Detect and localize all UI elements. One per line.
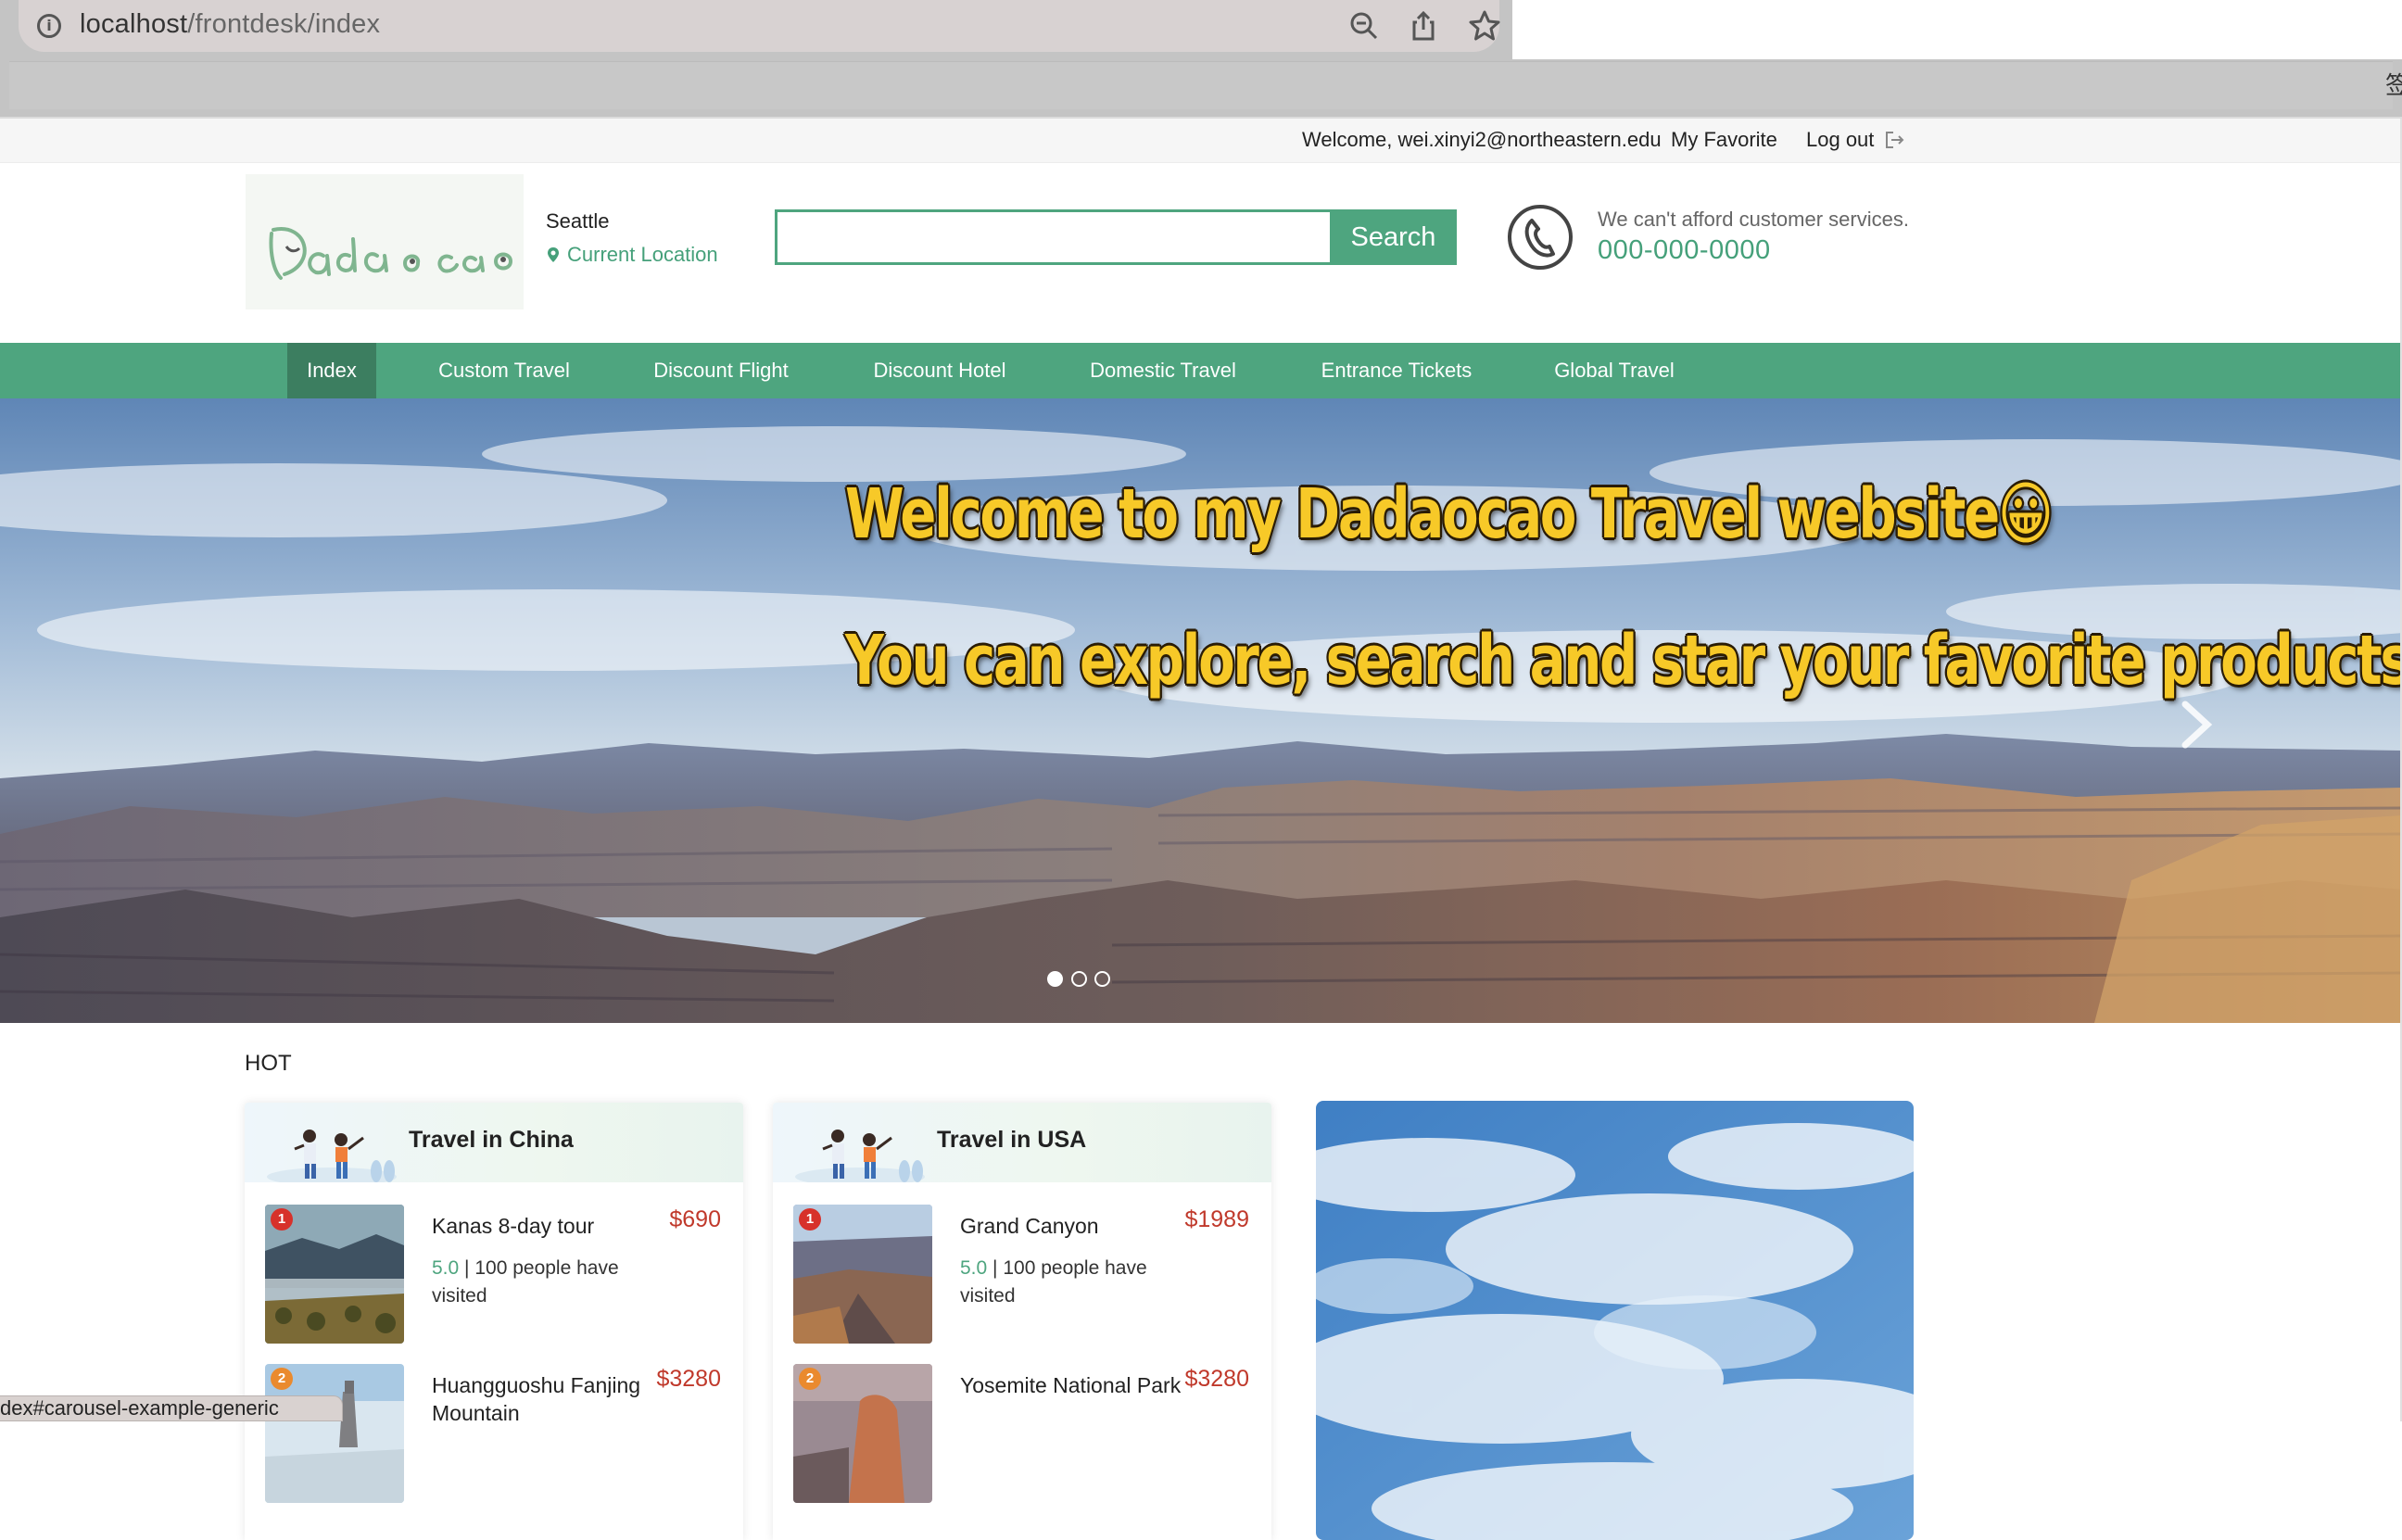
item-name[interactable]: Grand Canyon	[960, 1212, 1182, 1240]
feature-sky-image[interactable]	[1316, 1101, 1914, 1540]
item-price: $1989	[1184, 1206, 1249, 1232]
page: Welcome, wei.xinyi2@northeastern.edu My …	[0, 119, 2402, 1540]
travelers-illustration-icon	[795, 1130, 925, 1182]
main-nav: Index Custom Travel Discount Flight Disc…	[0, 343, 2402, 398]
item-score: 5.0	[960, 1257, 988, 1279]
site-logo[interactable]	[246, 174, 524, 309]
sky-clouds-photo	[1316, 1101, 1914, 1540]
item-stats: 5.0 | 100 people have visited	[432, 1255, 664, 1310]
nav-entrance-tickets[interactable]: Entrance Tickets	[1308, 343, 1485, 398]
bookmarks-bar	[9, 61, 2393, 109]
logo-lettering	[269, 227, 512, 280]
item-thumbnail[interactable]: 1	[265, 1205, 404, 1344]
city-name: Seattle	[546, 209, 610, 233]
hot-item[interactable]: 1 Kanas 8-day tour $690 5.0 | 100 people…	[245, 1205, 743, 1353]
tab-strip	[1512, 0, 2402, 59]
logout-link[interactable]: Log out	[1806, 128, 1874, 152]
hot-item[interactable]: 2 Yosemite National Park $3280	[773, 1364, 1271, 1512]
travelers-illustration-icon	[267, 1130, 397, 1182]
service-note: We can't afford customer services.	[1598, 208, 1909, 231]
service-phone: 000-000-0000	[1598, 235, 1771, 265]
browser-chrome: i localhost/frontdesk/index 签	[0, 0, 2402, 119]
phone-icon	[1508, 205, 1573, 270]
item-score: 5.0	[432, 1257, 460, 1279]
location-pin-icon	[548, 247, 559, 262]
item-name[interactable]: Yosemite National Park	[960, 1371, 1182, 1399]
item-thumbnail[interactable]: 2	[265, 1364, 404, 1503]
item-name[interactable]: Kanas 8-day tour	[432, 1212, 654, 1240]
url-text[interactable]: localhost/frontdesk/index	[80, 9, 380, 40]
status-bar-url: dex#carousel-example-generic	[0, 1395, 343, 1421]
search-input[interactable]	[775, 209, 1330, 265]
my-favorite-link[interactable]: My Favorite	[1671, 128, 1777, 152]
item-visits: | 100 people have visited	[432, 1257, 619, 1306]
hero-welcome-text: Welcome to my Dadaocao Travel website😀	[845, 474, 2054, 554]
card-header: Travel in China	[245, 1103, 743, 1182]
search-button[interactable]: Search	[1330, 209, 1457, 265]
site-header: Seattle Current Location Search We can't…	[0, 163, 2402, 343]
nav-discount-hotel[interactable]: Discount Hotel	[860, 343, 1019, 398]
hero-tagline-text: You can explore, search and star your fa…	[845, 621, 2402, 701]
item-stats: 5.0 | 100 people have visited	[960, 1255, 1192, 1310]
item-thumbnail[interactable]: 2	[793, 1364, 932, 1503]
nav-discount-flight[interactable]: Discount Flight	[639, 343, 803, 398]
hot-card-china: Travel in China 1 Kanas 8-day tour $690 …	[245, 1103, 743, 1540]
carousel-next-icon[interactable]	[2178, 699, 2215, 751]
hot-section-title: HOT	[245, 1051, 292, 1076]
bookmark-star-icon[interactable]	[1466, 7, 1503, 44]
item-visits: | 100 people have visited	[960, 1257, 1147, 1306]
carousel-indicator-2[interactable]	[1071, 971, 1087, 987]
hot-card-usa: Travel in USA 1 Grand Canyon $1989 5.0 |…	[773, 1103, 1271, 1540]
site-info-icon[interactable]: i	[37, 14, 61, 38]
edge-glyph: 签	[2385, 71, 2402, 99]
hot-item[interactable]: 2 Huangguoshu Fanjing Mountain $3280	[245, 1364, 743, 1512]
carousel-indicator-1[interactable]	[1047, 971, 1063, 987]
item-price: $3280	[656, 1366, 721, 1392]
hot-item[interactable]: 1 Grand Canyon $1989 5.0 | 100 people ha…	[773, 1205, 1271, 1353]
carousel-indicator-3[interactable]	[1094, 971, 1110, 987]
nav-index[interactable]: Index	[287, 343, 376, 398]
item-thumbnail[interactable]: 1	[793, 1205, 932, 1344]
card-title: Travel in China	[409, 1127, 574, 1153]
url-host: localhost	[80, 9, 188, 39]
nav-global-travel[interactable]: Global Travel	[1540, 343, 1688, 398]
share-icon[interactable]	[1405, 7, 1442, 44]
hero-carousel[interactable]: Welcome to my Dadaocao Travel website😀 Y…	[0, 398, 2402, 1023]
rank-badge: 2	[271, 1368, 293, 1390]
card-header: Travel in USA	[773, 1103, 1271, 1182]
rank-badge: 1	[271, 1208, 293, 1231]
top-user-bar: Welcome, wei.xinyi2@northeastern.edu My …	[0, 119, 2402, 163]
url-path: /frontdesk/index	[187, 9, 381, 39]
zoom-icon[interactable]	[1346, 7, 1383, 44]
welcome-text: Welcome, wei.xinyi2@northeastern.edu	[1302, 128, 1662, 151]
logout-icon[interactable]	[1884, 130, 1904, 150]
item-price: $690	[669, 1206, 721, 1232]
item-price: $3280	[1184, 1366, 1249, 1392]
nav-custom-travel[interactable]: Custom Travel	[424, 343, 584, 398]
rank-badge: 2	[799, 1368, 821, 1390]
rank-badge: 1	[799, 1208, 821, 1231]
address-bar[interactable]: i localhost/frontdesk/index	[19, 0, 1500, 52]
item-name[interactable]: Huangguoshu Fanjing Mountain	[432, 1371, 654, 1427]
card-title: Travel in USA	[937, 1127, 1087, 1153]
nav-domestic-travel[interactable]: Domestic Travel	[1077, 343, 1249, 398]
current-location-label: Current Location	[567, 243, 718, 266]
current-location-link[interactable]: Current Location	[547, 243, 718, 267]
